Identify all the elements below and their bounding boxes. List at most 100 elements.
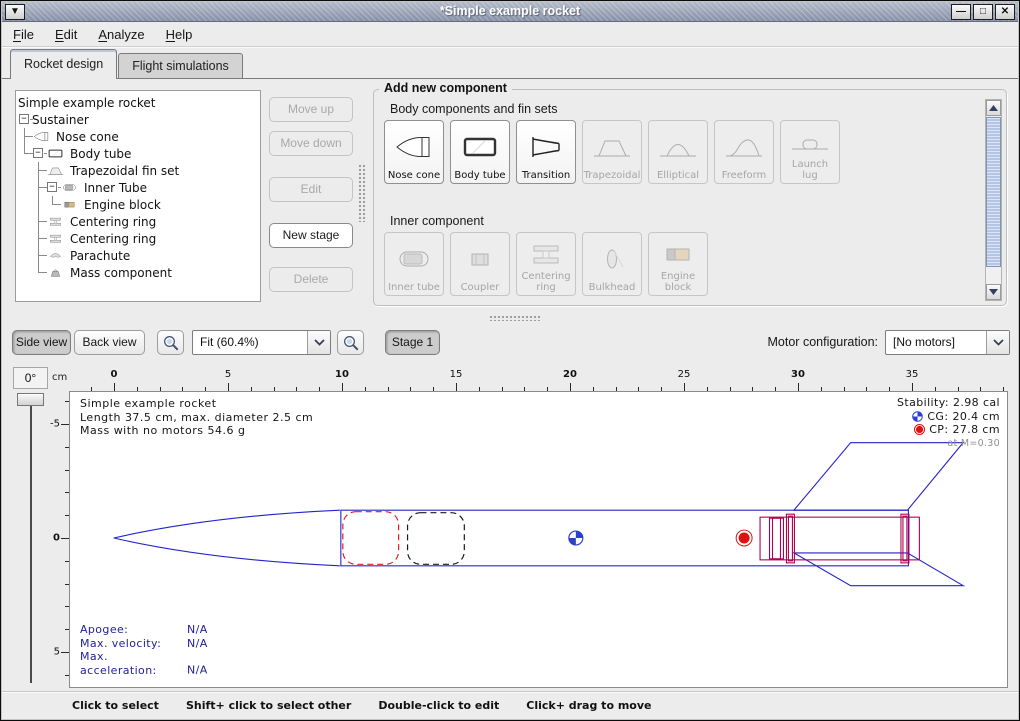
scrollbar-thumb[interactable] <box>986 117 1001 267</box>
tree-item-simple-example-rocket[interactable]: Simple example rocket <box>18 94 258 111</box>
motor-configuration-label: Motor configuration: <box>768 335 878 349</box>
add-coupler-button[interactable]: Coupler <box>450 232 510 296</box>
zoom-select[interactable]: Fit (60.4%) <box>192 330 331 355</box>
add-body-tube-button[interactable]: Body tube <box>450 120 510 184</box>
inner-tube-icon <box>61 181 78 194</box>
tree-item-sustainer[interactable]: −Sustainer <box>18 111 258 128</box>
side-view-button[interactable]: Side view <box>12 330 71 355</box>
scroll-down-icon[interactable] <box>986 284 1001 300</box>
cg-marker <box>569 531 583 545</box>
vertical-ruler: -505 <box>49 391 69 688</box>
fin-upper-outline <box>794 443 963 511</box>
ruler-label: 15 <box>450 369 463 380</box>
ruler-unit-label: cm <box>52 372 67 383</box>
rotation-slider[interactable] <box>30 396 32 683</box>
component-tree[interactable]: Simple example rocket−SustainerNose cone… <box>15 90 261 302</box>
component-button-label: Inner tube <box>388 283 440 294</box>
tab-flight-simulations[interactable]: Flight simulations <box>118 53 243 78</box>
rocket-length: Length 37.5 cm, max. diameter 2.5 cm <box>80 411 313 425</box>
maximize-button[interactable]: □ <box>973 4 993 20</box>
minimize-button[interactable]: — <box>951 4 971 20</box>
tree-collapse-icon[interactable]: − <box>32 145 46 162</box>
new-stage-button[interactable]: New stage <box>269 223 353 248</box>
tree-item-label: Centering ring <box>70 215 156 229</box>
cp-value: 27.8 cm <box>952 423 1000 437</box>
add-trapezoidal-button[interactable]: Trapezoidal <box>582 120 642 184</box>
cp-marker <box>736 530 752 546</box>
back-view-button[interactable]: Back view <box>74 330 145 355</box>
add-freeform-button[interactable]: Freeform <box>714 120 774 184</box>
edit-button[interactable]: Edit <box>269 177 353 202</box>
add-nose-cone-button[interactable]: Nose cone <box>384 120 444 184</box>
centering-ring-outline <box>786 514 794 563</box>
coupler-icon <box>460 244 500 274</box>
ruler-label: 35 <box>906 369 919 380</box>
tree-item-inner-tube[interactable]: −Inner Tube <box>18 179 258 196</box>
component-button-label: Freeform <box>722 171 767 182</box>
tree-item-body-tube[interactable]: −Body tube <box>18 145 258 162</box>
add-inner-tube-button[interactable]: Inner tube <box>384 232 444 296</box>
tab-rocket-design[interactable]: Rocket design <box>10 49 117 79</box>
status-bar: Click to selectShift+ click to select ot… <box>2 691 1018 719</box>
add-bulkhead-button[interactable]: Bulkhead <box>582 232 642 296</box>
horizontal-splitter[interactable] <box>2 313 1018 323</box>
magnifier-icon <box>162 334 180 352</box>
tree-item-centering-ring[interactable]: Centering ring <box>18 213 258 230</box>
tree-collapse-icon[interactable]: − <box>46 179 60 196</box>
component-button-label: Body tube <box>454 171 505 182</box>
centering-ring-outline <box>903 516 907 561</box>
scroll-up-icon[interactable] <box>986 100 1001 116</box>
menu-file[interactable]: File <box>13 27 34 42</box>
rotation-angle-display: 0° <box>13 367 48 389</box>
centering-ring-icon <box>526 239 566 269</box>
status-hint: Shift+ click to select other <box>186 699 351 712</box>
tree-item-centering-ring[interactable]: Centering ring <box>18 230 258 247</box>
menu-analyze[interactable]: Analyze <box>98 27 144 42</box>
tree-item-nose-cone[interactable]: Nose cone <box>18 128 258 145</box>
launch-lug-icon <box>790 127 830 157</box>
mass-icon <box>47 266 64 279</box>
ruler-tick <box>912 383 913 391</box>
add-centering-ring-button[interactable]: Centering ring <box>516 232 576 296</box>
splitter-grip[interactable] <box>489 315 541 321</box>
tree-collapse-icon[interactable]: − <box>18 111 32 128</box>
nose-cone-icon <box>33 130 50 143</box>
add-elliptical-button[interactable]: Elliptical <box>648 120 708 184</box>
tree-item-engine-block[interactable]: Engine block <box>18 196 258 213</box>
add-transition-button[interactable]: Transition <box>516 120 576 184</box>
flight-data-row: Apogee:N/A <box>80 623 208 637</box>
add-component-group: Add new component Body components and fi… <box>373 89 1007 306</box>
cg-icon <box>912 411 923 422</box>
component-button-label: Elliptical <box>657 171 699 182</box>
freeform-fin-icon <box>724 132 764 162</box>
motor-configuration-value: [No motors] <box>886 331 986 354</box>
menu-edit[interactable]: Edit <box>55 27 77 42</box>
close-button[interactable]: ✕ <box>995 4 1015 20</box>
tree-item-parachute[interactable]: Parachute <box>18 247 258 264</box>
add-engine-block-button[interactable]: Engine block <box>648 232 708 296</box>
zoom-in-button[interactable] <box>337 330 364 355</box>
vertical-splitter[interactable] <box>358 164 367 222</box>
chevron-down-icon[interactable] <box>307 331 330 354</box>
add-launch-lug-button[interactable]: Launch lug <box>780 120 840 184</box>
delete-button[interactable]: Delete <box>269 267 353 292</box>
rocket-canvas[interactable]: Simple example rocket Length 37.5 cm, ma… <box>69 391 1008 688</box>
tree-item-label: Trapezoidal fin set <box>70 164 179 178</box>
chevron-down-icon[interactable] <box>986 331 1009 354</box>
component-scrollbar[interactable] <box>985 99 1002 301</box>
motor-configuration-select[interactable]: [No motors] <box>885 330 1010 355</box>
nose-cone-icon <box>394 132 434 162</box>
ruler-tick <box>570 383 571 391</box>
move-down-button[interactable]: Move down <box>269 131 353 156</box>
move-up-button[interactable]: Move up <box>269 97 353 122</box>
title-bar[interactable]: ▼ *Simple example rocket —□✕ <box>2 2 1018 22</box>
ruler-label: 0 <box>53 532 60 543</box>
tree-item-mass-component[interactable]: Mass component <box>18 264 258 281</box>
flight-data-row: Max. velocity:N/A <box>80 637 208 651</box>
zoom-out-button[interactable] <box>157 330 184 355</box>
stage-1-toggle[interactable]: Stage 1 <box>385 330 440 355</box>
component-button-label: Bulkhead <box>589 283 636 294</box>
menu-help[interactable]: Help <box>166 27 193 42</box>
rotation-slider-handle[interactable] <box>17 393 44 406</box>
tree-item-trapezoidal-fin-set[interactable]: Trapezoidal fin set <box>18 162 258 179</box>
